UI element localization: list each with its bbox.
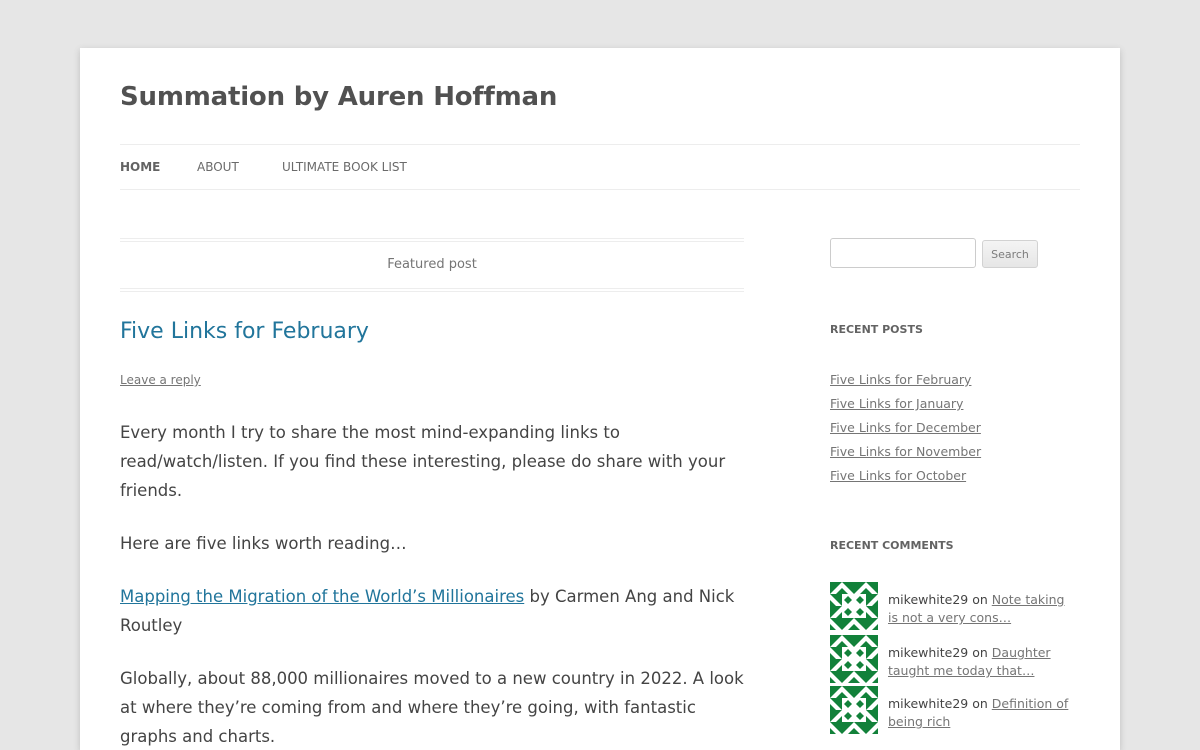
comment-author: mikewhite29 [888, 645, 969, 660]
post-paragraph: Mapping the Migration of the World’s Mil… [120, 582, 750, 640]
identicon-avatar-icon[interactable] [830, 582, 878, 630]
nav-item-home[interactable]: Home [120, 159, 160, 175]
leave-reply-link[interactable]: Leave a reply [120, 373, 201, 387]
list-item: Five Links for November [830, 440, 981, 464]
post-content: Every month I try to share the most mind… [120, 418, 750, 750]
recent-comment: mikewhite29 on Definition of being rich [830, 686, 1080, 736]
list-item: Five Links for February [830, 368, 981, 392]
recent-post-link[interactable]: Five Links for November [830, 444, 981, 459]
comment-text: mikewhite29 on Note taking is not a very… [888, 591, 1078, 627]
recent-post-link[interactable]: Five Links for January [830, 396, 963, 411]
recent-comment: mikewhite29 on Daughter taught me today … [830, 635, 1080, 685]
comment-text: mikewhite29 on Definition of being rich [888, 695, 1078, 731]
post-title[interactable]: Five Links for February [120, 316, 369, 348]
main-navigation: Home About Ultimate Book List [120, 144, 1080, 190]
nav-item-ultimate-book-list[interactable]: Ultimate Book List [282, 159, 407, 175]
search-input[interactable] [830, 238, 976, 268]
comment-on-text: on [968, 645, 992, 660]
identicon-avatar-icon[interactable] [830, 635, 878, 683]
list-item: Five Links for January [830, 392, 981, 416]
millionaires-migration-link[interactable]: Mapping the Migration of the World’s Mil… [120, 587, 524, 606]
recent-posts-list: Five Links for February Five Links for J… [830, 368, 981, 488]
recent-post-link[interactable]: Five Links for December [830, 420, 981, 435]
comment-author: mikewhite29 [888, 592, 969, 607]
page-container: Summation by Auren Hoffman Home About Ul… [80, 48, 1120, 750]
recent-comments-title: Recent Comments [830, 539, 954, 552]
recent-post-link[interactable]: Five Links for October [830, 468, 966, 483]
nav-item-about[interactable]: About [197, 159, 239, 175]
post-paragraph: Globally, about 88,000 millionaires move… [120, 669, 744, 746]
comment-on-text: on [968, 696, 992, 711]
post-paragraph: Every month I try to share the most mind… [120, 423, 726, 500]
featured-post-header: Featured post [120, 238, 744, 292]
site-title[interactable]: Summation by Auren Hoffman [120, 80, 557, 114]
featured-post-label: Featured post [387, 257, 477, 272]
recent-post-link[interactable]: Five Links for February [830, 372, 971, 387]
recent-posts-title: Recent Posts [830, 323, 923, 336]
identicon-avatar-icon[interactable] [830, 686, 878, 734]
comment-text: mikewhite29 on Daughter taught me today … [888, 644, 1078, 680]
list-item: Five Links for October [830, 464, 981, 488]
post-paragraph: Here are five links worth reading… [120, 534, 407, 553]
recent-comment: mikewhite29 on Note taking is not a very… [830, 582, 1080, 632]
comment-on-text: on [968, 592, 992, 607]
search-button[interactable]: Search [982, 240, 1038, 268]
list-item: Five Links for December [830, 416, 981, 440]
comment-author: mikewhite29 [888, 696, 969, 711]
